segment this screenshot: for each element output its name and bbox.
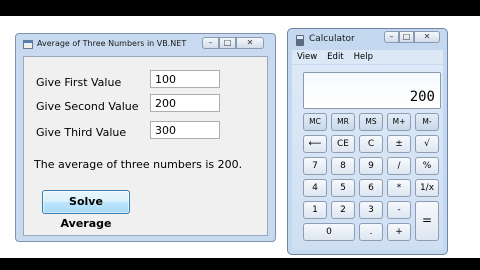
menu-edit[interactable]: Edit: [322, 52, 348, 62]
key-ms[interactable]: MS: [359, 113, 383, 131]
key-ce[interactable]: CE: [331, 135, 355, 153]
average-window-title: Average of Three Numbers in VB.NET: [37, 39, 187, 48]
menu-view[interactable]: View: [292, 52, 322, 62]
key-3[interactable]: 3: [359, 201, 383, 219]
calculator-display: 200: [303, 72, 441, 109]
key-0[interactable]: 0: [303, 223, 355, 241]
key-reciprocal[interactable]: 1/x: [415, 179, 439, 197]
app-icon: [23, 40, 33, 49]
key-1[interactable]: 1: [303, 201, 327, 219]
calculator-window: Calculator – □ ✕ View Edit Help 200 MC M…: [287, 28, 448, 255]
key-4[interactable]: 4: [303, 179, 327, 197]
minimize-button[interactable]: –: [202, 37, 219, 49]
key-multiply[interactable]: *: [387, 179, 411, 197]
key-8[interactable]: 8: [331, 157, 355, 175]
average-result-label: The average of three numbers is 200.: [34, 158, 243, 171]
second-value-label: Give Second Value: [36, 100, 139, 113]
key-minus[interactable]: -: [387, 201, 411, 219]
key-7[interactable]: 7: [303, 157, 327, 175]
calculator-close-button[interactable]: ✕: [414, 31, 440, 43]
key-6[interactable]: 6: [359, 179, 383, 197]
key-5[interactable]: 5: [331, 179, 355, 197]
key-percent[interactable]: %: [415, 157, 439, 175]
calculator-caption-buttons: – □ ✕: [384, 31, 440, 43]
key-c[interactable]: C: [359, 135, 383, 153]
bottom-letterbox: [0, 258, 480, 270]
second-value-input[interactable]: [150, 94, 220, 112]
key-m-minus[interactable]: M-: [415, 113, 439, 131]
first-value-label: Give First Value: [36, 76, 122, 89]
key-mc[interactable]: MC: [303, 113, 327, 131]
calculator-minimize-button[interactable]: –: [384, 31, 399, 43]
top-letterbox: [0, 0, 480, 16]
average-window: Average of Three Numbers in VB.NET – □ ✕…: [15, 33, 276, 242]
key-mr[interactable]: MR: [331, 113, 355, 131]
solve-average-button[interactable]: Solve Average: [42, 190, 130, 230]
first-value-input[interactable]: [150, 70, 220, 88]
key-backspace[interactable]: ⟵: [303, 135, 327, 153]
menu-help[interactable]: Help: [349, 52, 378, 62]
average-form-client: Give First Value Give Second Value Give …: [23, 56, 268, 236]
close-button[interactable]: ✕: [236, 37, 264, 49]
key-m-plus[interactable]: M+: [387, 113, 411, 131]
third-value-input[interactable]: [150, 121, 220, 139]
calculator-menubar: View Edit Help: [292, 50, 443, 64]
key-sqrt[interactable]: √: [415, 135, 439, 153]
key-plus[interactable]: +: [387, 223, 411, 241]
calculator-maximize-button[interactable]: □: [399, 31, 414, 43]
maximize-button[interactable]: □: [219, 37, 236, 49]
calculator-icon: [296, 35, 304, 46]
key-plus-minus[interactable]: ±: [387, 135, 411, 153]
display-value: 200: [409, 89, 435, 105]
key-9[interactable]: 9: [359, 157, 383, 175]
third-value-label: Give Third Value: [36, 126, 127, 139]
calculator-body: 200 MC MR MS M+ M- ⟵ CE C ± √ 7 8 9 / % …: [292, 65, 443, 250]
calculator-title: Calculator: [309, 34, 355, 44]
average-window-titlebar[interactable]: Average of Three Numbers in VB.NET – □ ✕: [16, 34, 275, 55]
key-equals[interactable]: =: [415, 201, 439, 241]
key-2[interactable]: 2: [331, 201, 355, 219]
average-window-caption-buttons: – □ ✕: [202, 37, 264, 49]
key-decimal[interactable]: .: [359, 223, 383, 241]
key-divide[interactable]: /: [387, 157, 411, 175]
